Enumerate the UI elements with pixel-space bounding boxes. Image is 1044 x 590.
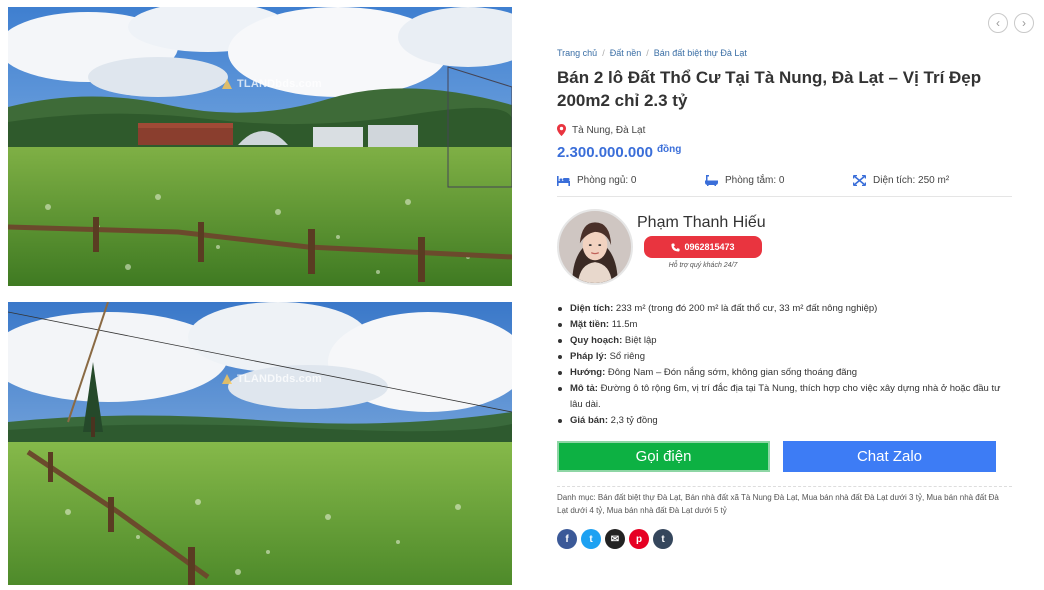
category-label: Danh mục: [557, 493, 596, 502]
detail-label: Pháp lý: [570, 351, 607, 362]
share-pinterest-button[interactable]: p [629, 529, 649, 549]
share-twitter-button[interactable]: t [581, 529, 601, 549]
breadcrumb-separator: / [646, 48, 649, 58]
chevron-left-icon: ‹ [996, 16, 1000, 30]
detail-value: 11.5m [611, 319, 638, 330]
features: Phòng ngủ: 0 Phòng tắm: 0 Diện tích: 250… [557, 175, 1012, 197]
breadcrumb-home[interactable]: Trang chủ [557, 48, 597, 58]
landscape-photo-2-image [8, 302, 512, 585]
phone-number: 0962815473 [684, 242, 735, 252]
bathrooms-text: Phòng tắm: 0 [725, 175, 785, 186]
bathtub-icon [705, 175, 718, 186]
location-text: Tà Nung, Đà Lạt [572, 124, 646, 136]
landscape-photo-1-image [8, 7, 512, 286]
property-photo-1[interactable]: TLANDbds.com [8, 7, 512, 286]
share-email-button[interactable]: ✉ [605, 529, 625, 549]
feature-area: Diện tích: 250 m² [853, 175, 1001, 186]
logo-icon [220, 372, 234, 386]
list-item: Quy hoạch: Biệt lập [557, 333, 1012, 349]
agent-name: Phạm Thanh Hiếu [637, 214, 766, 231]
category-list: Danh mục: Bán đất biệt thự Đà Lạt, Bán n… [557, 486, 1012, 517]
detail-label: Giá bán: [570, 415, 609, 426]
bedrooms-text: Phòng ngủ: 0 [577, 175, 637, 186]
detail-value: 2,3 tỷ đồng [610, 415, 658, 426]
share-tumblr-button[interactable]: t [653, 529, 673, 549]
breadcrumb-villa-land[interactable]: Bán đất biệt thự Đà Lạt [654, 48, 747, 58]
facebook-icon: f [565, 533, 569, 545]
agent-info: Phạm Thanh Hiếu 0962815473 Hỗ trợ quý kh… [637, 209, 771, 285]
feature-bedrooms: Phòng ngủ: 0 [557, 175, 705, 186]
list-item: Mô tả: Đường ô tô rộng 6m, vị trí đắc đị… [557, 381, 1012, 413]
map-pin-icon [557, 124, 566, 136]
listing-title: Bán 2 lô Đất Thổ Cư Tại Tà Nung, Đà Lạt … [557, 68, 982, 110]
detail-label: Mô tả: [570, 383, 598, 394]
category-links[interactable]: Bán đất biệt thự Đà Lạt, Bán nhà đất xã … [557, 493, 999, 515]
price: 2.300.000.000 đồng [557, 144, 1012, 161]
listing-info: Trang chủ / Đất nền / Bán đất biệt thự Đ… [557, 46, 1012, 549]
phone-button[interactable]: 0962815473 [644, 236, 762, 258]
list-item: Diện tích: 233 m² (trong đó 200 m² là đấ… [557, 301, 1012, 317]
details-list: Diện tích: 233 m² (trong đó 200 m² là đấ… [557, 301, 1012, 429]
watermark-text: TLANDbds.com [237, 78, 322, 90]
watermark-text: TLANDbds.com [237, 373, 322, 385]
detail-value: Đông Nam – Đón nắng sớm, không gian sống… [607, 367, 858, 378]
email-icon: ✉ [610, 533, 620, 545]
feature-bathrooms: Phòng tắm: 0 [705, 175, 853, 186]
tumblr-icon: t [661, 533, 665, 545]
breadcrumb: Trang chủ / Đất nền / Bán đất biệt thự Đ… [557, 46, 1012, 60]
agent-avatar [557, 209, 633, 285]
price-amount: 2.300.000.000 [557, 144, 653, 161]
watermark-2: TLANDbds.com [220, 372, 322, 386]
breadcrumb-land[interactable]: Đất nền [610, 48, 642, 58]
twitter-icon: t [589, 533, 593, 545]
prev-button[interactable]: ‹ [988, 13, 1008, 33]
bed-icon [557, 176, 570, 186]
detail-label: Hướng: [570, 367, 606, 378]
expand-arrows-icon [853, 175, 866, 186]
agent-photo [559, 211, 631, 283]
pinterest-icon: p [635, 533, 643, 545]
list-item: Mặt tiền: 11.5m [557, 317, 1012, 333]
call-button[interactable]: Gọi điện [557, 441, 770, 472]
share-facebook-button[interactable]: f [557, 529, 577, 549]
next-button[interactable]: › [1014, 13, 1034, 33]
area-text: Diện tích: 250 m² [873, 175, 950, 186]
chevron-right-icon: › [1022, 16, 1026, 30]
action-buttons: Gọi điện Chat Zalo [557, 441, 1012, 472]
watermark-1: TLANDbds.com [220, 77, 322, 91]
detail-value: Biệt lập [624, 335, 657, 346]
list-item: Giá bán: 2,3 tỷ đồng [557, 413, 1012, 429]
logo-icon [220, 77, 234, 91]
share-buttons: f t ✉ p t [557, 529, 1012, 549]
detail-label: Diện tích: [570, 303, 614, 314]
detail-value: Sổ riêng [609, 351, 645, 362]
list-item: Pháp lý: Sổ riêng [557, 349, 1012, 365]
price-unit: đồng [656, 144, 682, 155]
detail-value: Đường ô tô rộng 6m, vị trí đắc địa tại T… [570, 383, 1001, 410]
breadcrumb-separator: / [602, 48, 605, 58]
location: Tà Nung, Đà Lạt [557, 124, 1012, 136]
phone-icon [671, 242, 681, 252]
agent-card: Phạm Thanh Hiếu 0962815473 Hỗ trợ quý kh… [557, 209, 1012, 285]
property-photo-2[interactable]: TLANDbds.com [8, 302, 512, 585]
list-item: Hướng: Đông Nam – Đón nắng sớm, không gi… [557, 365, 1012, 381]
detail-label: Quy hoạch: [570, 335, 623, 346]
chat-zalo-button[interactable]: Chat Zalo [783, 441, 996, 472]
detail-label: Mặt tiền: [570, 319, 610, 330]
support-text: Hỗ trợ quý khách 24/7 [668, 262, 738, 269]
detail-value: 233 m² (trong đó 200 m² là đất thổ cư, 3… [615, 303, 878, 314]
